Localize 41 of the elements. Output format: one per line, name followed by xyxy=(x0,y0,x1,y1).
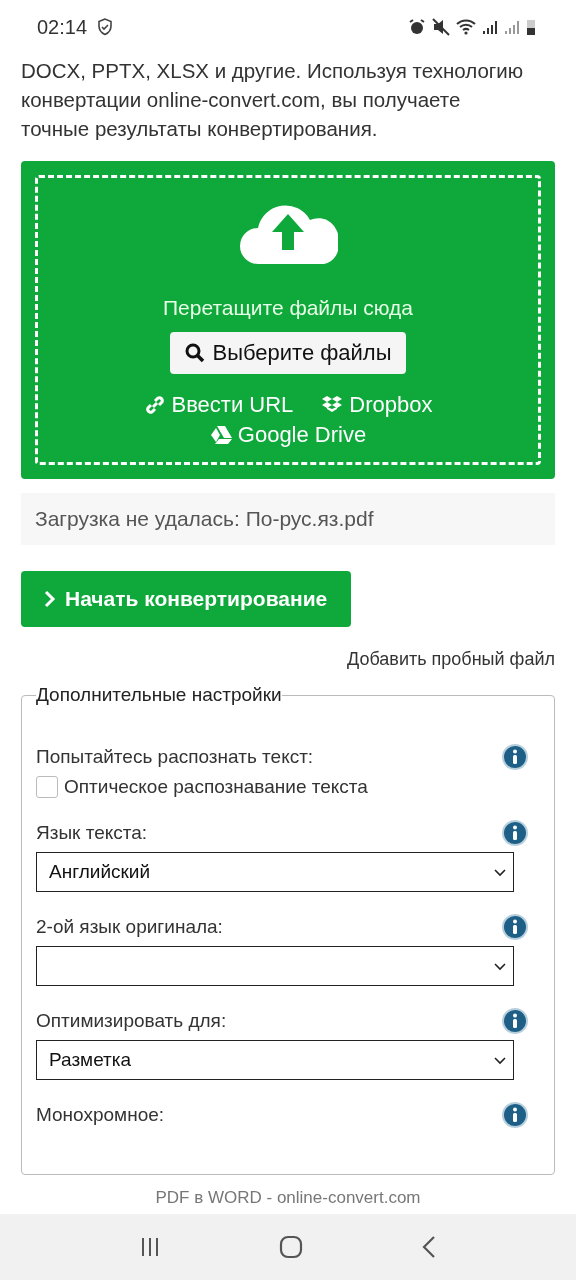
recent-apps-icon[interactable] xyxy=(139,1236,161,1258)
home-icon[interactable] xyxy=(279,1235,303,1259)
chevron-down-icon xyxy=(493,867,507,877)
drop-hint: Перетащите файлы сюда xyxy=(163,296,413,320)
select-field[interactable] xyxy=(36,946,514,986)
mute-icon xyxy=(432,18,450,36)
add-sample-file-link[interactable]: Добавить пробный файл xyxy=(347,649,555,670)
settings-legend: Дополнительные настройки xyxy=(36,684,282,706)
select-field[interactable]: Разметка xyxy=(36,1040,514,1080)
ocr-checkbox[interactable]: Оптическое распознавание текста xyxy=(36,776,540,798)
signal-icon xyxy=(504,18,520,36)
upload-error-message: Загрузка не удалась: По-рус.яз.pdf xyxy=(21,493,555,545)
info-icon[interactable] xyxy=(502,1008,528,1034)
shield-icon xyxy=(97,18,114,36)
alarm-icon xyxy=(408,18,426,36)
intro-text: точные результаты конвертирования. xyxy=(21,116,379,142)
google-drive-icon xyxy=(209,424,232,446)
info-icon[interactable] xyxy=(502,1102,528,1128)
setting-label: Язык текста: xyxy=(36,822,148,844)
info-icon[interactable] xyxy=(502,820,528,846)
battery-icon xyxy=(526,18,536,36)
signal-icon xyxy=(482,18,498,36)
back-icon[interactable] xyxy=(421,1235,437,1259)
search-icon xyxy=(184,342,207,364)
chevron-right-icon xyxy=(43,590,57,608)
choose-files-button[interactable]: Выберите файлы xyxy=(170,332,406,374)
setting-label: 2-ой язык оригинала: xyxy=(36,916,223,938)
drop-zone[interactable]: Перетащите файлы сюда Выберите файлы Ввести URL Dropbox Google Drive xyxy=(21,161,555,479)
intro-text: конвертации online-convert.com, вы получаете xyxy=(21,87,462,113)
clock-time: 02:14 xyxy=(37,15,88,39)
setting-label: Монохромное: xyxy=(36,1104,165,1126)
link-icon xyxy=(143,394,166,416)
setting-label: Попытайтесь распознать текст: xyxy=(36,746,314,768)
select-field[interactable]: Английский xyxy=(36,852,514,892)
info-icon[interactable] xyxy=(502,744,528,770)
info-icon[interactable] xyxy=(502,914,528,940)
chevron-down-icon xyxy=(493,1055,507,1065)
intro-text: DOCX, PPTX, XLSX и другие. Используя технологию xyxy=(21,58,525,84)
setting-label: Оптимизировать для: xyxy=(36,1010,227,1032)
chevron-down-icon xyxy=(493,961,507,971)
wifi-icon xyxy=(456,18,476,36)
